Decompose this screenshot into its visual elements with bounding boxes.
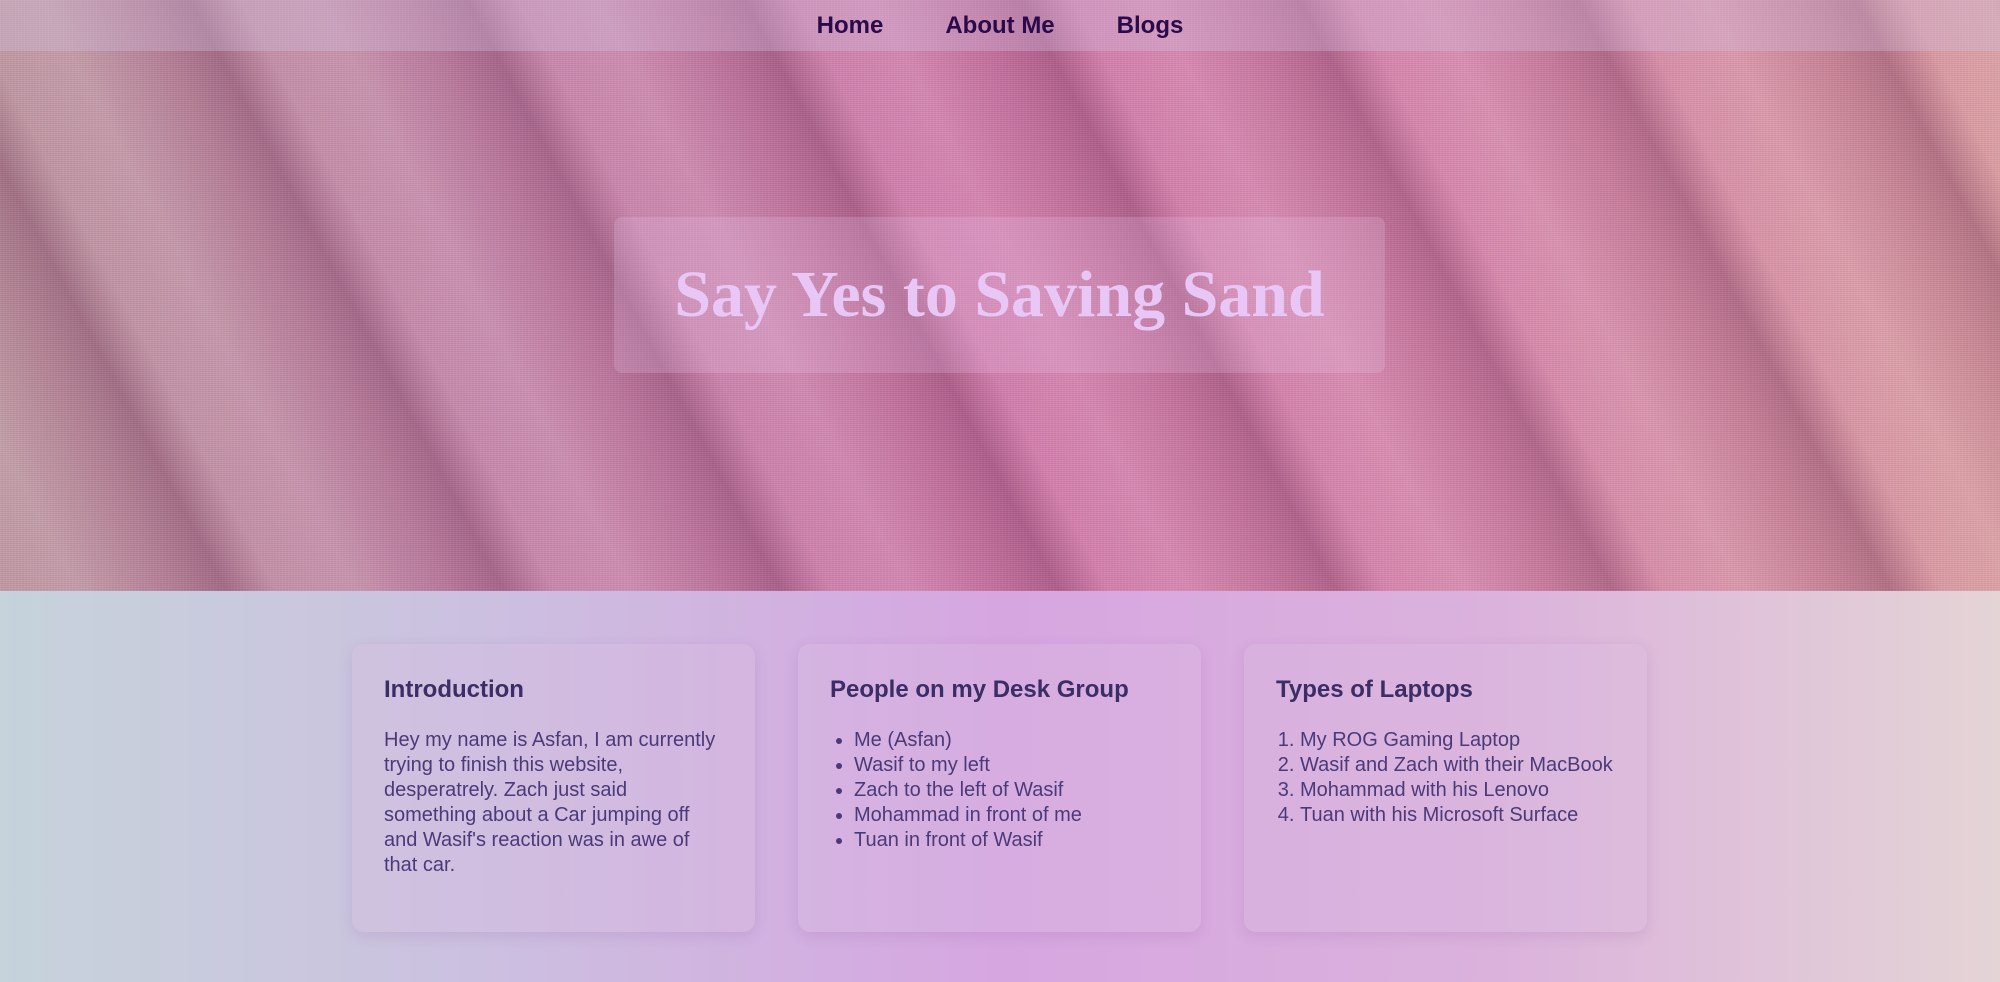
hero-title: Say Yes to Saving Sand [674,258,1325,331]
laptops-list: My ROG Gaming Laptop Wasif and Zach with… [1276,728,1615,828]
list-item: Zach to the left of Wasif [854,778,1169,803]
list-item: Tuan in front of Wasif [854,828,1169,853]
desk-group-card-title: People on my Desk Group [830,676,1129,703]
intro-card: Introduction Hey my name is Asfan, I am … [352,644,755,932]
top-navbar: Home About Me Blogs [0,0,2000,51]
nav-link-home[interactable]: Home [817,12,884,40]
list-item: Mohammad with his Lenovo [1300,778,1615,803]
list-item: Wasif and Zach with their MacBook [1300,753,1615,778]
laptops-card-title: Types of Laptops [1276,676,1473,703]
content-section: Introduction Hey my name is Asfan, I am … [0,591,2000,982]
laptops-card: Types of Laptops My ROG Gaming Laptop Wa… [1244,644,1647,932]
list-item: Me (Asfan) [854,728,1169,753]
list-item: Wasif to my left [854,753,1169,778]
list-item: Mohammad in front of me [854,803,1169,828]
list-item: My ROG Gaming Laptop [1300,728,1615,753]
intro-card-text: Hey my name is Asfan, I am currently try… [384,729,716,876]
desk-group-card: People on my Desk Group Me (Asfan) Wasif… [798,644,1201,932]
desk-group-list: Me (Asfan) Wasif to my left Zach to the … [830,728,1169,853]
list-item: Tuan with his Microsoft Surface [1300,803,1615,828]
nav-link-about-me[interactable]: About Me [945,12,1054,40]
nav-link-blogs[interactable]: Blogs [1117,12,1184,40]
hero-title-box: Say Yes to Saving Sand [614,217,1385,373]
intro-card-title: Introduction [384,676,524,703]
